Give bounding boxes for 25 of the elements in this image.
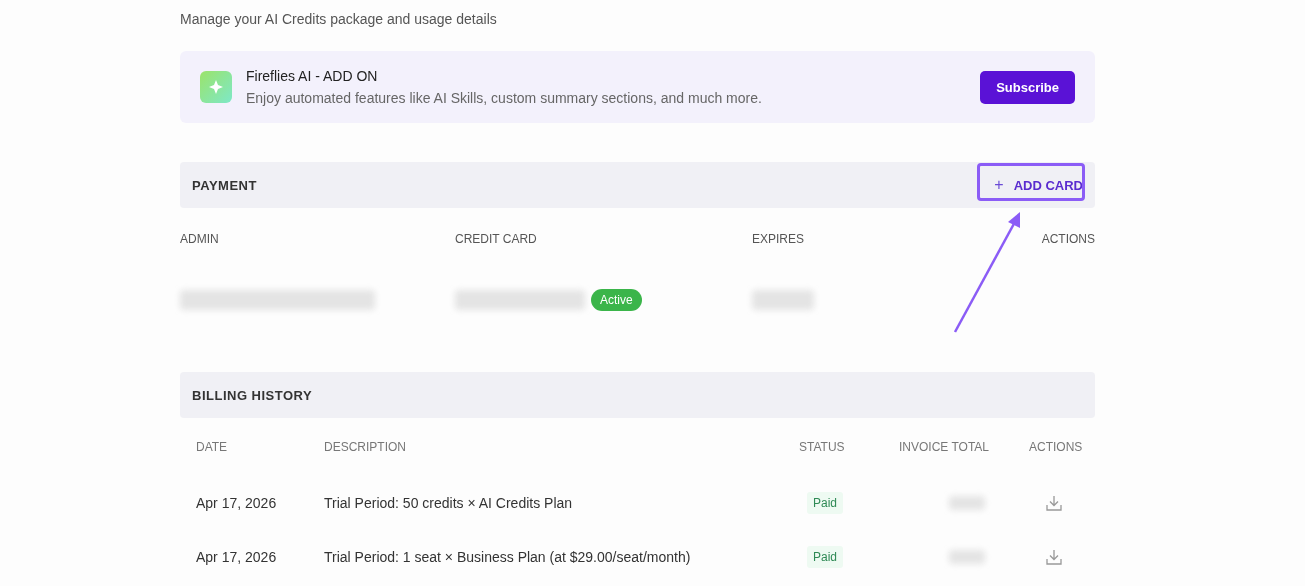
- column-header: EXPIRES: [752, 232, 806, 246]
- addon-title: Fireflies AI - ADD ON: [246, 68, 379, 84]
- section-title: BILLING HISTORY: [192, 387, 313, 403]
- column-header: DATE: [196, 440, 229, 454]
- subscribe-button[interactable]: Subscribe: [980, 70, 1075, 104]
- status-badge: Active: [591, 289, 642, 311]
- column-header: DESCRIPTION: [324, 440, 407, 454]
- download-icon[interactable]: [1045, 494, 1063, 512]
- column-header: ADMIN: [180, 232, 220, 246]
- table-cell-text: Trial Period: 1 seat × Business Plan (at $29.00/seat/month): [324, 549, 692, 565]
- column-header: STATUS: [799, 440, 846, 454]
- column-header: INVOICE TOTAL: [899, 440, 991, 454]
- status-badge: Paid: [807, 546, 844, 568]
- column-header: ACTIONS: [1041, 232, 1095, 246]
- sparkle-icon: [200, 71, 232, 103]
- column-header: CREDIT CARD: [455, 232, 538, 246]
- table-cell-text: Trial Period: 50 credits × AI Credits Plan: [324, 495, 574, 511]
- section-title: PAYMENT: [192, 177, 257, 193]
- table-cell-text: Apr 17, 2026: [196, 549, 278, 565]
- page-subtitle: Manage your AI Credits package and usage details: [180, 10, 498, 29]
- add-card-button[interactable]: + ADD CARD: [994, 170, 1083, 200]
- status-badge: Paid: [807, 492, 844, 514]
- table-cell-text: Apr 17, 2026: [196, 495, 278, 511]
- download-icon[interactable]: [1045, 548, 1063, 566]
- addon-description: Enjoy automated features like AI Skills, custom summary sections, and much more.: [246, 90, 763, 106]
